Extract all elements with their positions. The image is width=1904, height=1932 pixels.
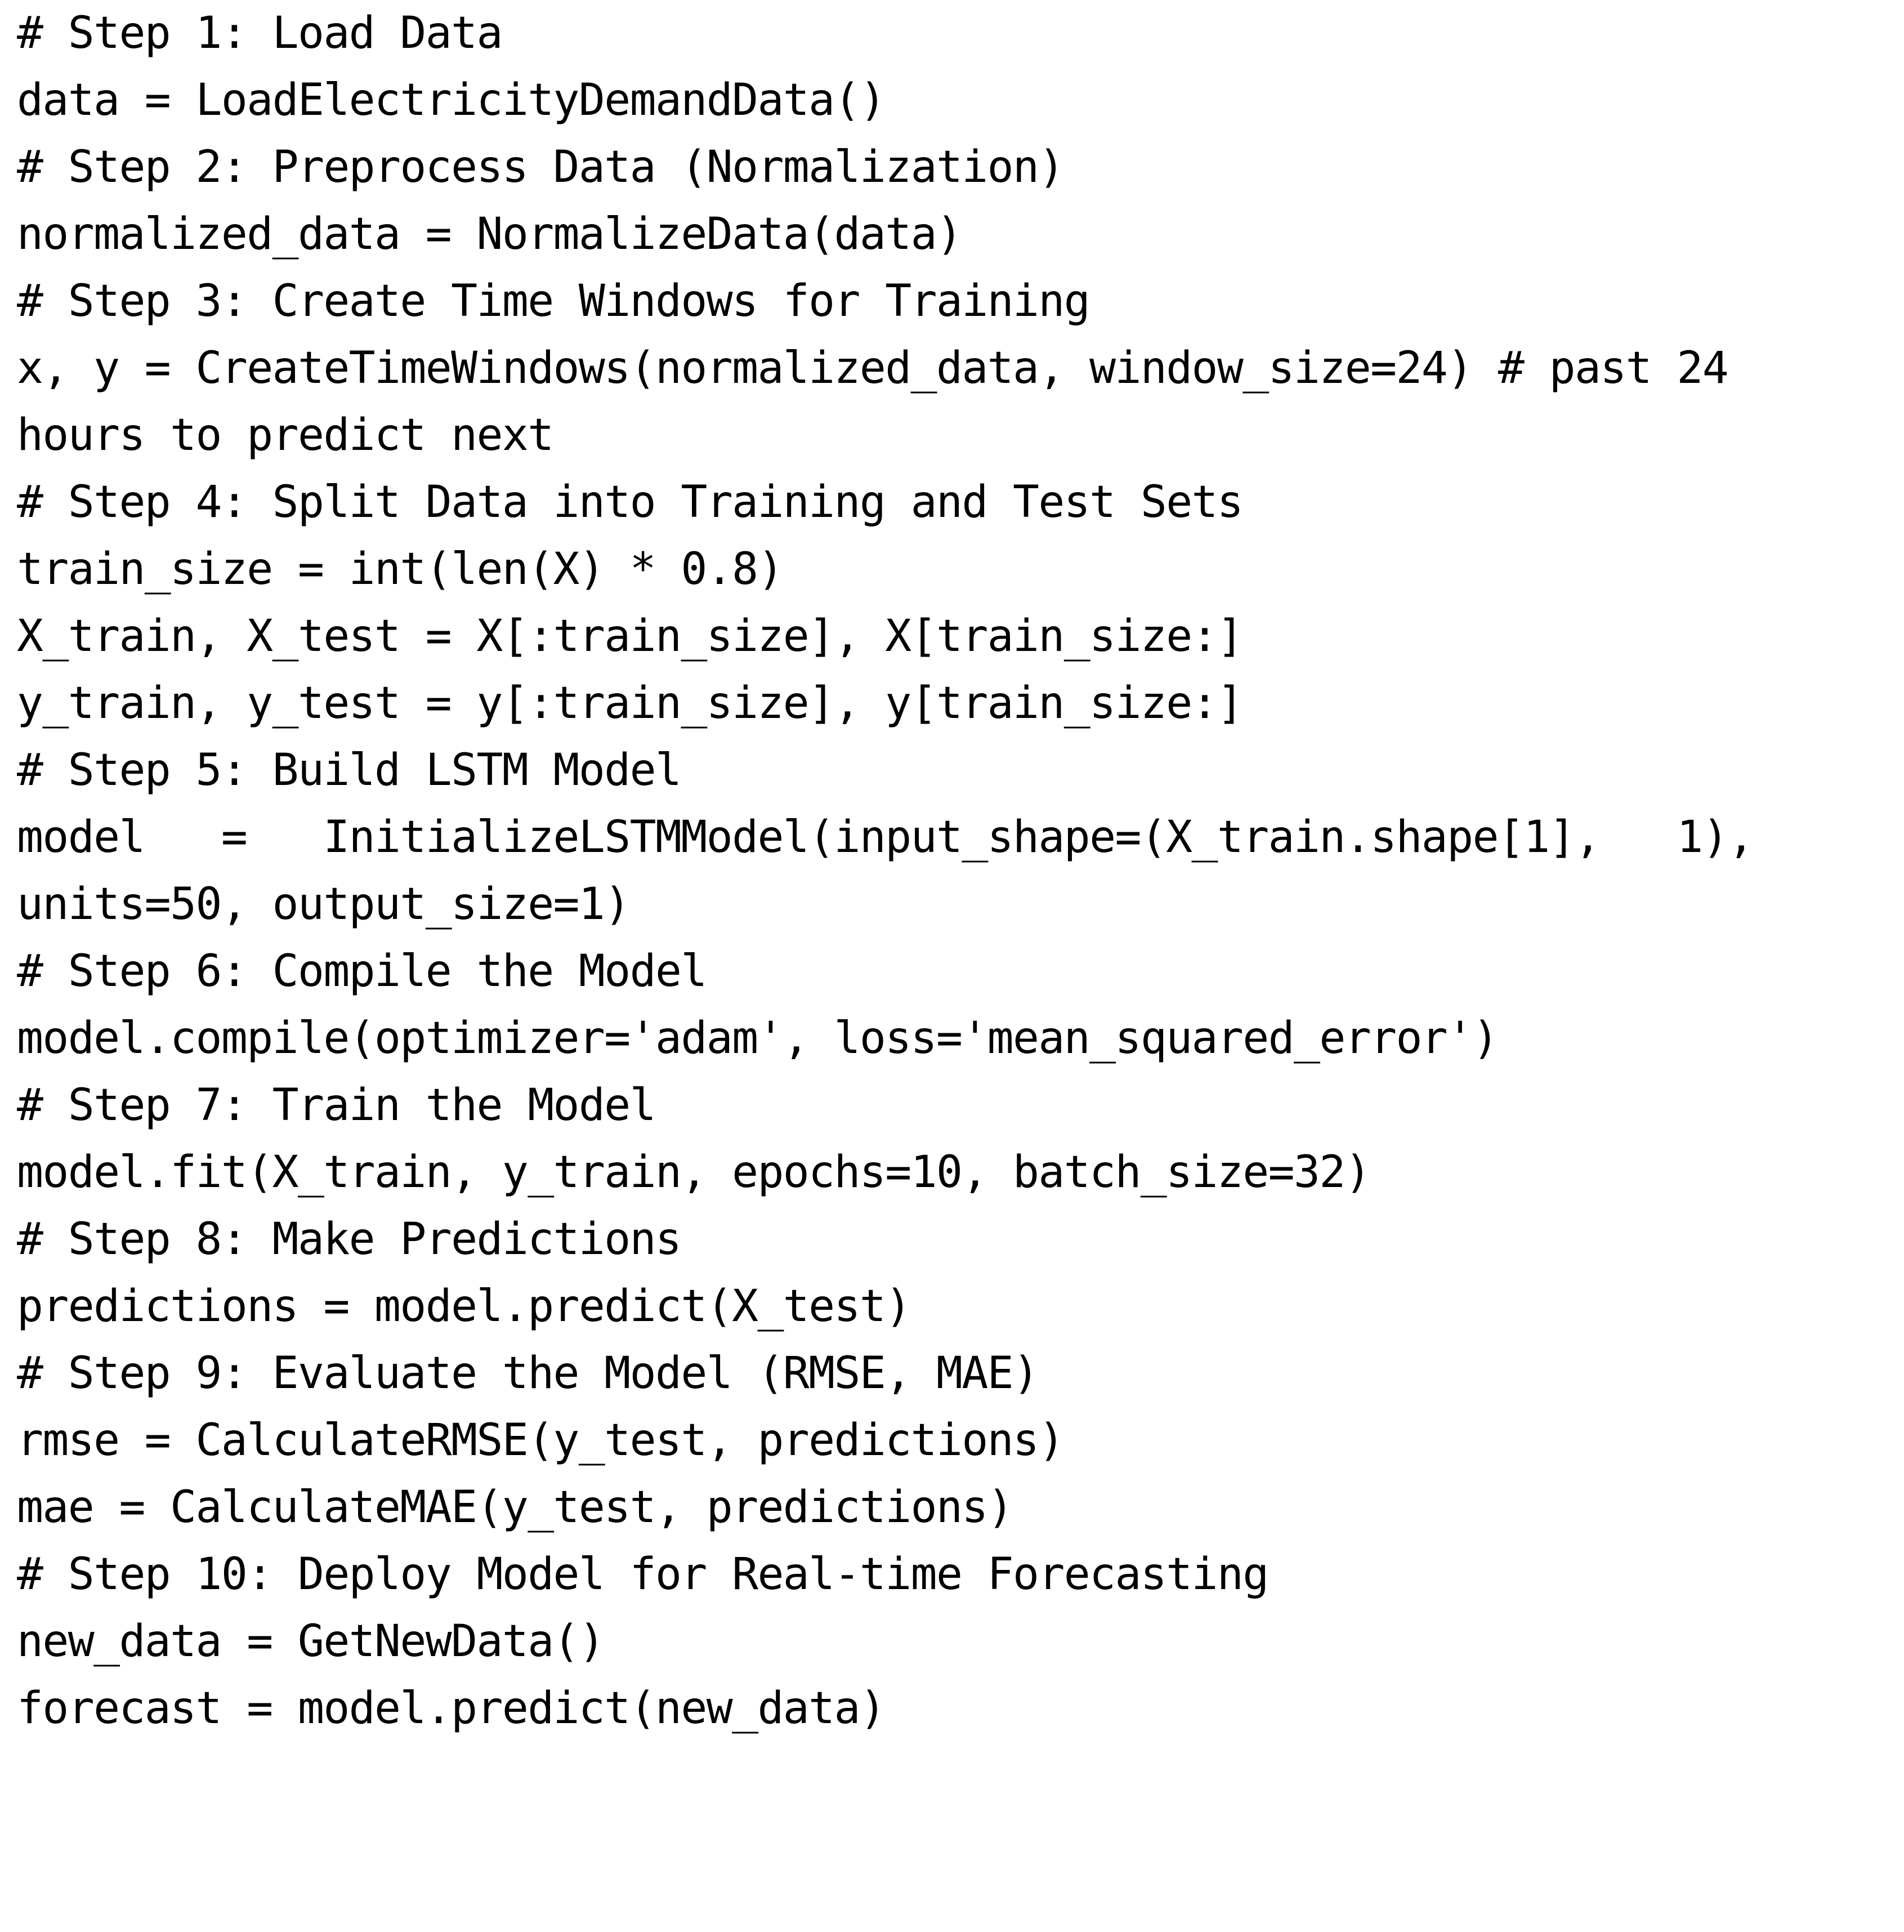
- code-line: # Step 2: Preprocess Data (Normalization…: [17, 142, 1065, 193]
- code-line: forecast = model.predict(new_data): [17, 1683, 886, 1734]
- code-line: x, y = CreateTimeWindows(normalized_data…: [17, 343, 1729, 394]
- code-line: predictions = model.predict(X_test): [17, 1281, 911, 1332]
- code-line: model = InitializeLSTMModel(input_shape=…: [17, 812, 1754, 863]
- code-line: # Step 5: Build LSTM Model: [17, 745, 682, 796]
- code-line: normalized_data = NormalizeData(data): [17, 209, 963, 260]
- code-line: units=50, output_size=1): [17, 879, 631, 930]
- code-line: train_size = int(len(X) * 0.8): [17, 544, 784, 595]
- code-line: data = LoadElectricityDemandData(): [17, 75, 886, 126]
- code-line: # Step 1: Load Data: [17, 8, 503, 59]
- code-line: # Step 3: Create Time Windows for Traini…: [17, 276, 1090, 327]
- code-line: mae = CalculateMAE(y_test, predictions): [17, 1482, 1014, 1533]
- code-line: new_data = GetNewData(): [17, 1616, 605, 1667]
- code-line: X_train, X_test = X[:train_size], X[trai…: [17, 611, 1244, 662]
- code-line: y_train, y_test = y[:train_size], y[trai…: [17, 678, 1244, 729]
- code-line: # Step 10: Deploy Model for Real-time Fo…: [17, 1549, 1269, 1600]
- code-line: # Step 7: Train the Model: [17, 1080, 656, 1131]
- code-line: # Step 9: Evaluate the Model (RMSE, MAE): [17, 1348, 1039, 1399]
- code-line: rmse = CalculateRMSE(y_test, predictions…: [17, 1415, 1065, 1466]
- code-line: # Step 6: Compile the Model: [17, 946, 707, 997]
- code-line: hours to predict next: [17, 410, 554, 461]
- code-listing: # Step 1: Load Data data = LoadElectrici…: [0, 0, 1904, 1932]
- code-line: model.compile(optimizer='adam', loss='me…: [17, 1013, 1499, 1064]
- code-line: # Step 8: Make Predictions: [17, 1214, 682, 1265]
- code-line: # Step 4: Split Data into Training and T…: [17, 477, 1244, 528]
- code-line: model.fit(X_train, y_train, epochs=10, b…: [17, 1147, 1371, 1198]
